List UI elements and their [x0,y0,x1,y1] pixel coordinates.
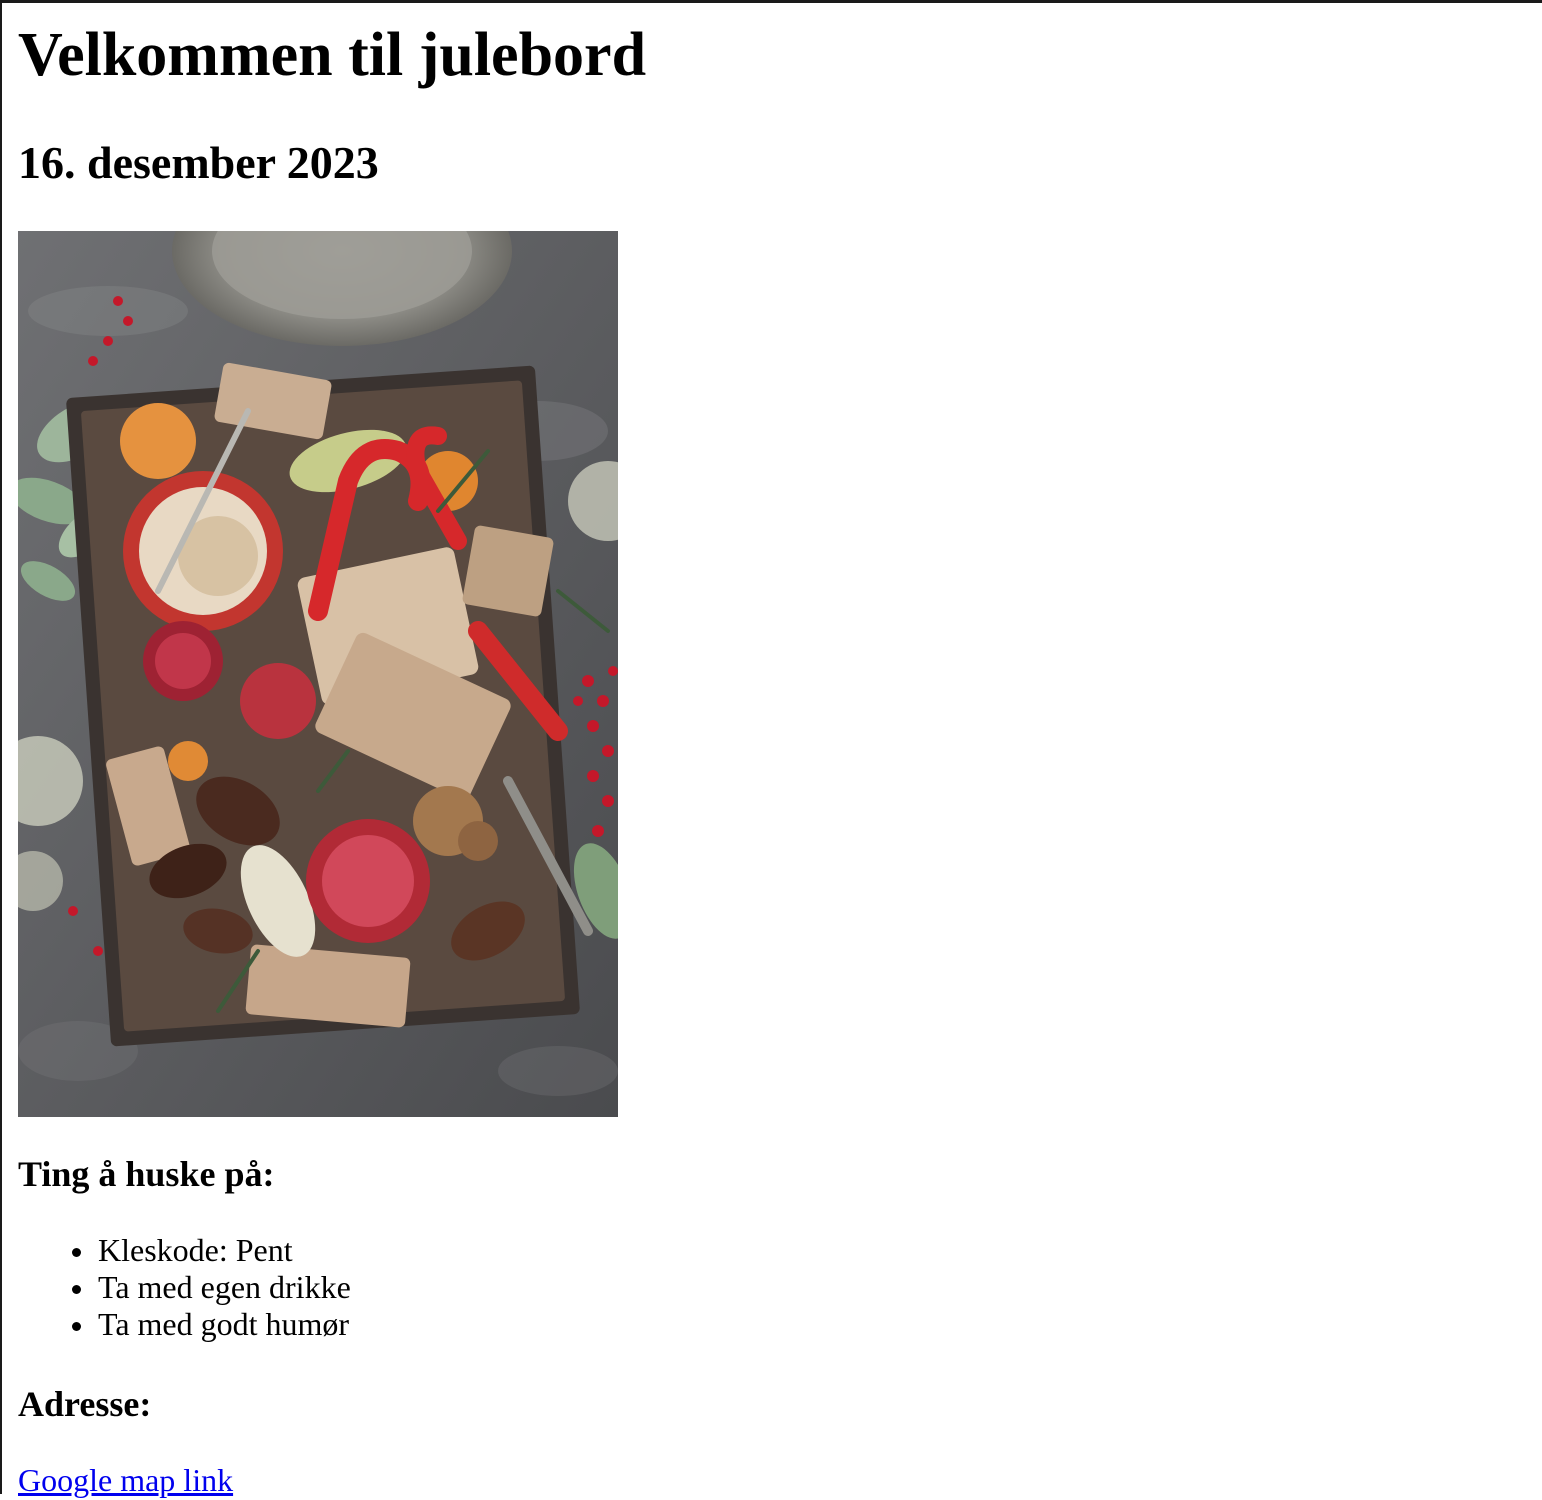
window-left-border [0,0,2,1494]
christmas-food-photo [18,231,618,1117]
reminder-text: Ta med egen drikke [98,1269,351,1305]
window-top-border [0,0,1542,3]
page-title: Velkommen til julebord [18,21,647,89]
reminder-text: Ta med godt humør [98,1306,350,1342]
reminders-heading: Ting å huske på: [18,1154,275,1194]
list-item: Ta med egen drikke [18,1269,351,1306]
bullet-icon [72,1248,81,1257]
bullet-icon [72,1285,81,1294]
reminders-list: Kleskode: Pent Ta med egen drikke Ta med… [18,1232,351,1343]
address-heading: Adresse: [18,1384,152,1424]
bullet-icon [72,1322,81,1331]
google-map-link[interactable]: Google map link [18,1460,233,1500]
reminder-text: Kleskode: Pent [98,1232,293,1268]
list-item: Kleskode: Pent [18,1232,351,1269]
event-date: 16. desember 2023 [18,137,379,188]
list-item: Ta med godt humør [18,1306,351,1343]
